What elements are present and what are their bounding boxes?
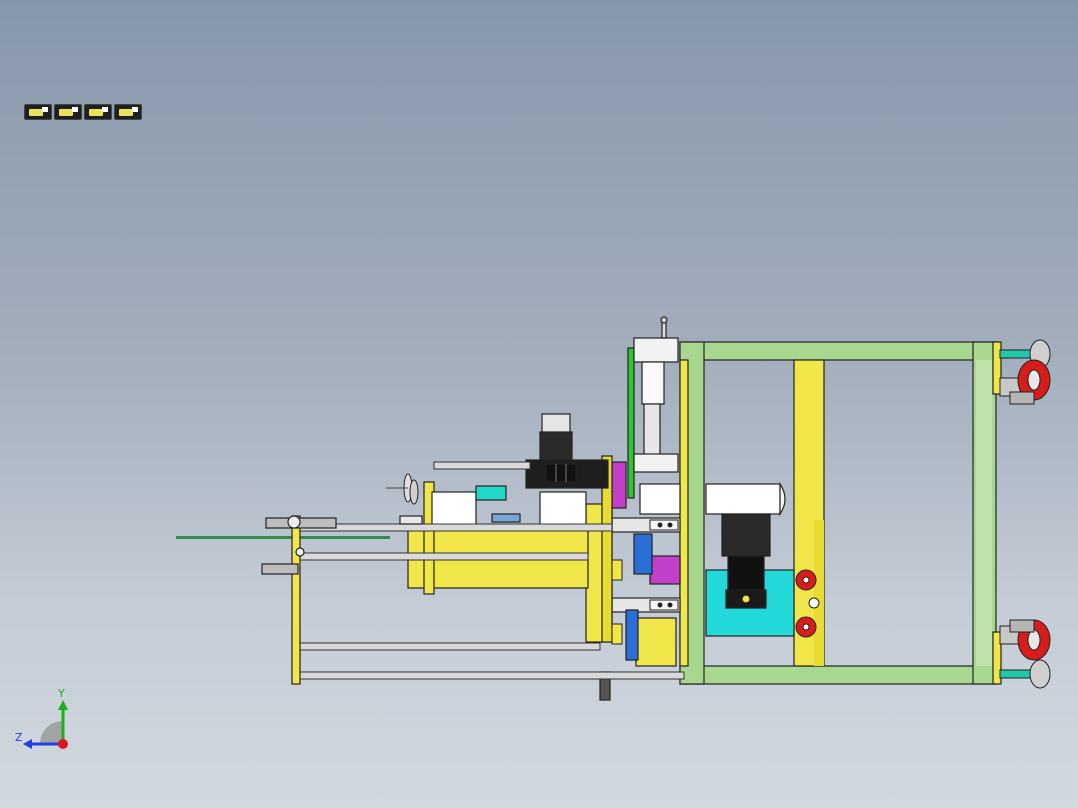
y-axis-arrowhead-icon (58, 700, 68, 710)
z-axis-arrowhead-icon (23, 739, 32, 749)
middle-yellow-plate (585, 455, 613, 701)
graphics-viewport[interactable]: Y Z (0, 0, 1078, 808)
x-axis-origin-icon (58, 739, 68, 749)
z-axis-label: Z (15, 731, 23, 744)
yellow-housing[interactable] (407, 481, 589, 595)
cad-model[interactable] (0, 0, 1078, 808)
caster-top[interactable] (999, 339, 1051, 405)
coordinate-triad: Y Z (12, 688, 76, 752)
handwheel[interactable] (386, 473, 419, 505)
left-end-plate[interactable] (261, 515, 423, 685)
upper-column[interactable] (627, 316, 679, 499)
caster-bottom[interactable] (999, 619, 1051, 689)
y-axis-label: Y (58, 687, 65, 700)
gear-motor-assembly[interactable] (705, 482, 795, 637)
servo-motor[interactable] (525, 413, 609, 489)
